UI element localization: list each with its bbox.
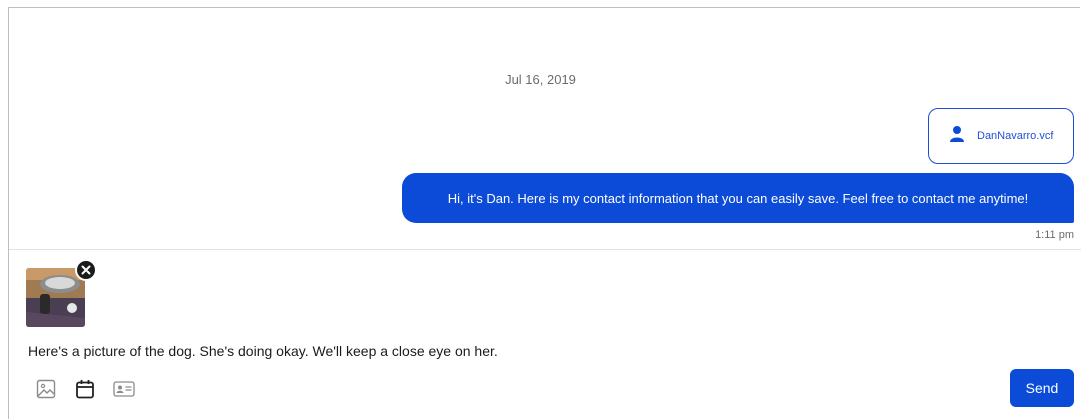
attached-photo-thumbnail[interactable] (26, 268, 85, 327)
outgoing-message-bubble: Hi, it's Dan. Here is my contact informa… (402, 173, 1074, 223)
calendar-icon (76, 380, 94, 399)
message-text: Hi, it's Dan. Here is my contact informa… (447, 190, 1029, 206)
message-timestamp: 1:11 pm (1035, 229, 1074, 241)
composer: Here's a picture of the dog. She's doing… (9, 249, 1081, 420)
image-icon (36, 379, 56, 399)
photo-thumbnail-icon (26, 268, 85, 327)
message-input[interactable]: Here's a picture of the dog. She's doing… (28, 343, 498, 359)
schedule-button[interactable] (72, 376, 98, 402)
insert-image-button[interactable] (33, 376, 59, 402)
contact-file-name: DanNavarro.vcf (977, 130, 1054, 142)
date-separator: Jul 16, 2019 (505, 72, 576, 87)
contact-card-icon (113, 381, 135, 397)
person-icon (949, 125, 965, 148)
close-icon (81, 265, 91, 275)
send-button[interactable]: Send (1010, 369, 1074, 407)
contact-card-attachment[interactable]: DanNavarro.vcf (928, 108, 1074, 164)
remove-attachment-button[interactable] (75, 259, 97, 281)
insert-contact-card-button[interactable] (111, 376, 137, 402)
